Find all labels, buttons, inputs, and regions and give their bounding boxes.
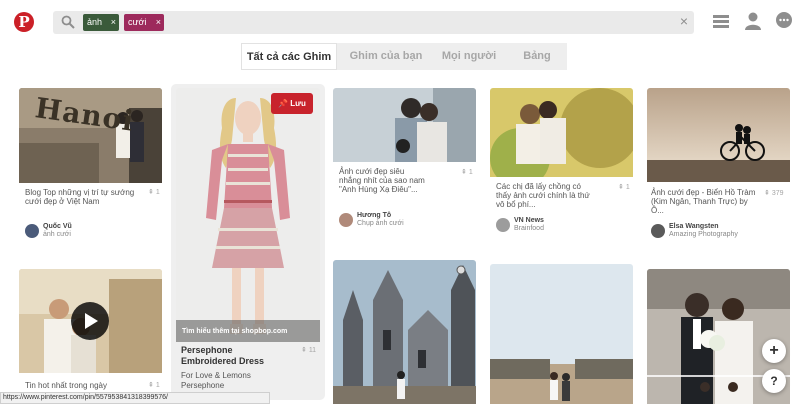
tab-boards[interactable]: Bảng xyxy=(507,43,567,70)
browser-status-url: https://www.pinterest.com/pin/5579538413… xyxy=(0,392,270,404)
save-button-label: Lưu xyxy=(290,99,306,108)
pin-save-icon: ⇞ xyxy=(301,347,309,354)
pin-description: For Love & Lemons Persephone xyxy=(181,371,251,391)
play-icon[interactable] xyxy=(71,302,109,340)
pinterest-logo-icon[interactable]: P xyxy=(14,12,34,32)
help-icon: ? xyxy=(770,374,778,388)
pin-save-icon: ⇞ xyxy=(148,189,156,196)
author-name: VN News xyxy=(514,217,544,224)
pin-save-icon: ⇞ xyxy=(764,190,772,197)
save-count-value: 379 xyxy=(771,190,784,197)
pin-description-line: Persephone xyxy=(181,381,225,390)
pin-save-count: ⇞ 1 xyxy=(148,381,160,389)
pin-card[interactable]: Hanoi Blog Top những vị trí tự sướng cướ… xyxy=(19,88,162,243)
pin-title-line: Embroidered Dress xyxy=(181,356,265,366)
top-bar: P ảnh × cưới × × xyxy=(0,0,800,44)
search-chip-label: ảnh xyxy=(87,17,103,27)
pin-card[interactable] xyxy=(333,260,476,404)
author-board: Chụp ảnh cưới xyxy=(357,220,404,227)
profile-icon[interactable] xyxy=(744,11,762,31)
tab-your-pins[interactable]: Ghim của bạn xyxy=(341,43,431,70)
menu-icon[interactable] xyxy=(712,11,730,31)
pin-source-link[interactable]: Tìm hiểu thêm tại shopbop.com xyxy=(182,328,287,335)
tab-all-pins[interactable]: Tất cả các Ghim xyxy=(241,43,337,70)
tab-people[interactable]: Mọi người xyxy=(431,43,507,70)
plus-icon: + xyxy=(769,342,779,359)
search-chip-cuoi[interactable]: cưới × xyxy=(124,14,164,31)
pin-save-icon: ⇞ xyxy=(461,169,469,176)
save-count-value: 1 xyxy=(625,184,630,191)
pin-title[interactable]: Ảnh cưới đẹp - Biển Hồ Tràm (Kim Ngân, T… xyxy=(651,188,756,215)
author-name: Quốc Vũ xyxy=(43,223,72,230)
avatar xyxy=(25,224,39,238)
messages-icon[interactable] xyxy=(775,11,793,31)
author-name: Elsa Wangsten xyxy=(669,223,719,230)
filter-tabs: Tất cả các Ghim Ghim của bạn Mọi người B… xyxy=(241,43,567,70)
pin-title[interactable]: Ảnh cưới đẹp siêu nhắng nhít của sao nam… xyxy=(339,167,427,194)
pin-author[interactable]: Hương Tô Chụp ảnh cưới xyxy=(339,212,469,229)
pin-save-icon: ⇞ xyxy=(618,184,626,191)
pin-card[interactable]: Các chị đã lấy chồng có thấy ảnh cưới ch… xyxy=(490,88,633,238)
pin-description-line: For Love & Lemons xyxy=(181,371,251,380)
pin-card[interactable]: Tin hot nhất trong ngày ⇞ 1 xyxy=(19,269,162,394)
save-button[interactable]: 📌 Lưu xyxy=(271,93,313,114)
pin-save-count: ⇞ 1 xyxy=(148,188,160,196)
search-chip-label: cưới xyxy=(128,17,147,27)
pin-save-count: ⇞ 379 xyxy=(764,189,784,197)
search-icon xyxy=(61,15,75,29)
pin-save-icon: ⇞ xyxy=(148,382,156,389)
pin-image[interactable] xyxy=(490,264,633,404)
pin-title[interactable]: Persephone Embroidered Dress xyxy=(181,345,264,367)
pin-title[interactable]: Blog Top những vị trí tự sướng cưới đẹp … xyxy=(25,188,140,206)
save-count-value: 1 xyxy=(468,169,473,176)
pin-author[interactable]: Quốc Vũ ảnh cưới xyxy=(25,223,155,240)
author-board: ảnh cưới xyxy=(43,231,71,238)
pin-image[interactable] xyxy=(333,88,476,162)
author-name: Hương Tô xyxy=(357,212,392,219)
avatar xyxy=(651,224,665,238)
pin-image[interactable] xyxy=(333,260,476,404)
pin-title[interactable]: Tin hot nhất trong ngày xyxy=(25,381,140,390)
pin-save-count: ⇞ 11 xyxy=(301,346,316,354)
pin-card[interactable]: Ảnh cưới đẹp - Biển Hồ Tràm (Kim Ngân, T… xyxy=(647,88,790,248)
pin-image[interactable] xyxy=(647,88,790,182)
help-button[interactable]: ? xyxy=(762,369,786,393)
author-board: Amazing Photography xyxy=(669,231,738,238)
pin-title[interactable]: Các chị đã lấy chồng có thấy ảnh cưới ch… xyxy=(496,182,596,209)
avatar xyxy=(496,218,510,232)
search-bar[interactable]: ảnh × cưới × × xyxy=(53,11,694,34)
pin-card[interactable] xyxy=(490,264,633,404)
search-chip-anh[interactable]: ảnh × xyxy=(83,14,119,31)
chip-remove-icon[interactable]: × xyxy=(111,14,116,31)
chip-remove-icon[interactable]: × xyxy=(156,14,161,31)
author-board: Brainfood xyxy=(514,225,544,232)
avatar xyxy=(339,213,353,227)
pin-title-line: Persephone xyxy=(181,345,233,355)
pin-author[interactable]: Elsa Wangsten Amazing Photography xyxy=(651,223,787,240)
pin-image[interactable]: Hanoi xyxy=(19,88,162,183)
save-count-value: 1 xyxy=(155,189,160,196)
pin-save-count: ⇞ 1 xyxy=(618,183,630,191)
pin-image[interactable] xyxy=(490,88,633,177)
pin-save-count: ⇞ 1 xyxy=(461,168,473,176)
pin-image[interactable]: Tìm hiểu thêm tại shopbop.com xyxy=(176,88,320,342)
pin-icon: 📌 xyxy=(278,99,291,108)
pin-image[interactable] xyxy=(19,269,162,373)
pin-card-hovered[interactable]: Tìm hiểu thêm tại shopbop.com 📌 Lưu Pers… xyxy=(171,84,325,400)
pin-card[interactable]: Ảnh cưới đẹp siêu nhắng nhít của sao nam… xyxy=(333,88,476,238)
pin-author[interactable]: VN News Brainfood xyxy=(496,217,626,234)
add-pin-button[interactable]: + xyxy=(762,339,786,363)
clear-search-icon[interactable]: × xyxy=(680,13,688,29)
save-count-value: 11 xyxy=(308,347,317,354)
save-count-value: 1 xyxy=(155,382,160,389)
